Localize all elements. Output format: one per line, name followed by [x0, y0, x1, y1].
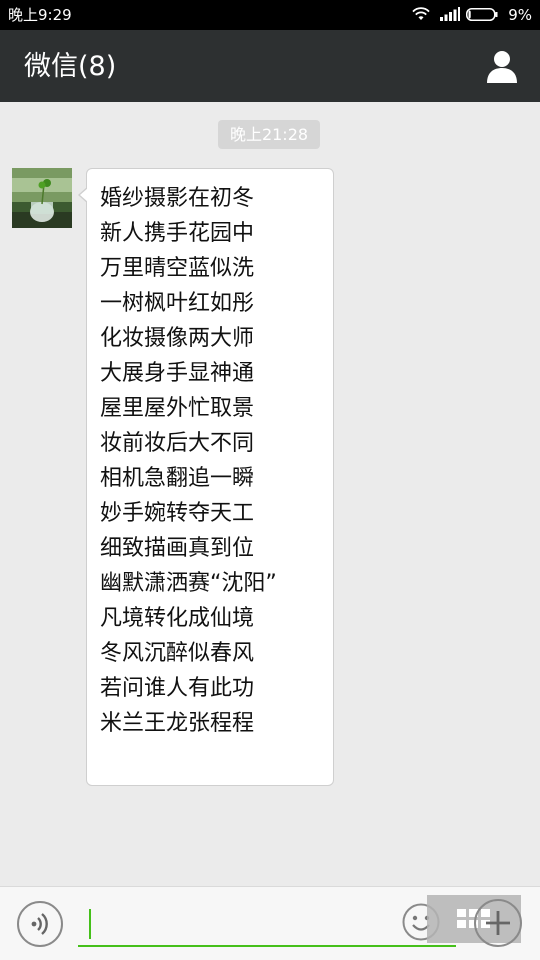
contact-info-button[interactable]	[482, 46, 522, 86]
message-line: 婚纱摄影在初冬	[100, 186, 255, 211]
status-time: 晚上9:29	[8, 6, 72, 24]
message-line: 化妆摄像两大师	[100, 326, 255, 351]
wechat-chat-screen: 晚上9:29 9% 微信(8) 晚上21:28 婚纱摄影在初冬 新人携手花园中 …	[0, 0, 540, 960]
status-bar: 晚上9:29 9%	[0, 0, 540, 30]
battery-icon	[466, 8, 498, 21]
plus-icon	[486, 911, 510, 935]
message-line: 新人携手花园中	[100, 221, 255, 246]
person-icon	[487, 51, 517, 83]
message-bubble[interactable]: 婚纱摄影在初冬 新人携手花园中 万里晴空蓝似洗 一树枫叶红如彤 化妆摄像两大师 …	[78, 168, 334, 786]
message-line: 米兰王龙张程程	[100, 711, 255, 736]
more-options-button[interactable]	[474, 899, 522, 947]
chat-title[interactable]: 微信(8)	[24, 50, 116, 84]
message-line: 相机急翻追一瞬	[100, 466, 255, 491]
bubble-tail-fill	[80, 188, 88, 202]
input-bar	[0, 886, 540, 960]
voice-input-button[interactable]	[17, 901, 63, 947]
message-timestamp: 晚上21:28	[218, 120, 320, 149]
chat-header: 微信(8)	[0, 30, 540, 102]
message-line: 一树枫叶红如彤	[100, 291, 255, 316]
message-text: 婚纱摄影在初冬 新人携手花园中 万里晴空蓝似洗 一树枫叶红如彤 化妆摄像两大师 …	[100, 181, 277, 741]
message-line: 屋里屋外忙取景	[100, 396, 255, 421]
message-line: 若问谁人有此功	[100, 676, 255, 701]
avatar-image	[12, 168, 72, 228]
message-line: 幽默潇洒赛“沈阳”	[100, 571, 277, 596]
message-line: 妆前妆后大不同	[100, 431, 255, 456]
text-cursor	[89, 909, 91, 939]
signal-strength-icon	[440, 7, 460, 21]
message-line: 冬风沉醉似春风	[100, 641, 255, 666]
message-line: 凡境转化成仙境	[100, 606, 255, 631]
wifi-icon	[412, 7, 430, 20]
message-input[interactable]	[78, 899, 456, 947]
message-line: 细致描画真到位	[100, 536, 255, 561]
voice-icon	[31, 913, 48, 935]
message-line: 大展身手显神通	[100, 361, 255, 386]
message-line: 妙手婉转夺天工	[100, 501, 255, 526]
battery-percent: 9%	[508, 6, 532, 24]
sender-avatar[interactable]	[12, 168, 72, 228]
message-line: 万里晴空蓝似洗	[100, 256, 255, 281]
status-indicators: 9%	[392, 6, 532, 24]
chat-messages[interactable]: 晚上21:28 婚纱摄影在初冬 新人携手花园中 万里晴空蓝似洗 一树枫叶红如彤 …	[0, 102, 540, 886]
